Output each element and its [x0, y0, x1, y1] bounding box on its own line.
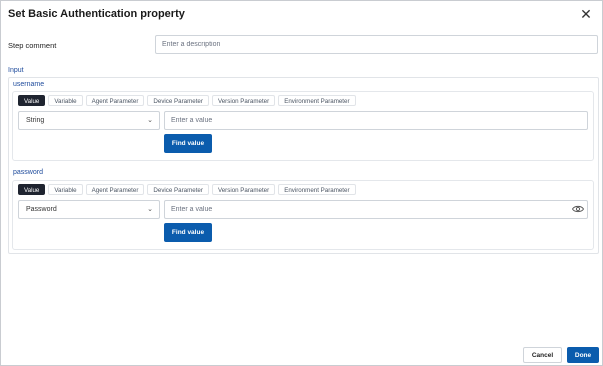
password-source-tabs: Value Variable Agent Parameter Device Pa…: [18, 184, 356, 195]
tab-version-parameter[interactable]: Version Parameter: [211, 184, 276, 195]
username-value-input[interactable]: [164, 111, 588, 130]
username-type-value: String: [26, 117, 45, 124]
tab-device-parameter[interactable]: Device Parameter: [147, 95, 209, 106]
tab-variable[interactable]: Variable: [48, 184, 83, 195]
password-param-box: Value Variable Agent Parameter Device Pa…: [12, 180, 594, 250]
done-button[interactable]: Done: [567, 347, 599, 363]
tab-variable[interactable]: Variable: [48, 95, 83, 106]
tab-agent-parameter[interactable]: Agent Parameter: [85, 95, 145, 106]
step-comment-input[interactable]: [155, 35, 598, 54]
cancel-button[interactable]: Cancel: [523, 347, 562, 363]
close-icon[interactable]: ✕: [579, 7, 593, 21]
username-param-box: Value Variable Agent Parameter Device Pa…: [12, 91, 594, 161]
password-find-value-button[interactable]: Find value: [164, 223, 212, 242]
dialog-title: Set Basic Authentication property: [8, 8, 185, 20]
tab-value[interactable]: Value: [18, 95, 46, 106]
username-type-select[interactable]: String ⌄: [18, 111, 160, 130]
password-label: password: [13, 169, 43, 176]
tab-value[interactable]: Value: [18, 184, 46, 195]
tab-environment-parameter[interactable]: Environment Parameter: [278, 95, 356, 106]
input-section-label: Input: [8, 67, 24, 74]
password-type-value: Password: [26, 206, 57, 213]
chevron-down-icon: ⌄: [147, 206, 153, 213]
step-comment-label: Step comment: [8, 41, 57, 50]
password-type-select[interactable]: Password ⌄: [18, 200, 160, 219]
set-basic-auth-dialog: Set Basic Authentication property ✕ Step…: [0, 0, 603, 366]
username-label: username: [13, 81, 45, 88]
tab-version-parameter[interactable]: Version Parameter: [211, 95, 276, 106]
tab-agent-parameter[interactable]: Agent Parameter: [85, 184, 145, 195]
tab-device-parameter[interactable]: Device Parameter: [147, 184, 209, 195]
chevron-down-icon: ⌄: [147, 117, 153, 124]
password-value-input[interactable]: [164, 200, 588, 219]
eye-icon[interactable]: [572, 205, 584, 213]
username-find-value-button[interactable]: Find value: [164, 134, 212, 153]
tab-environment-parameter[interactable]: Environment Parameter: [278, 184, 356, 195]
username-source-tabs: Value Variable Agent Parameter Device Pa…: [18, 95, 356, 106]
